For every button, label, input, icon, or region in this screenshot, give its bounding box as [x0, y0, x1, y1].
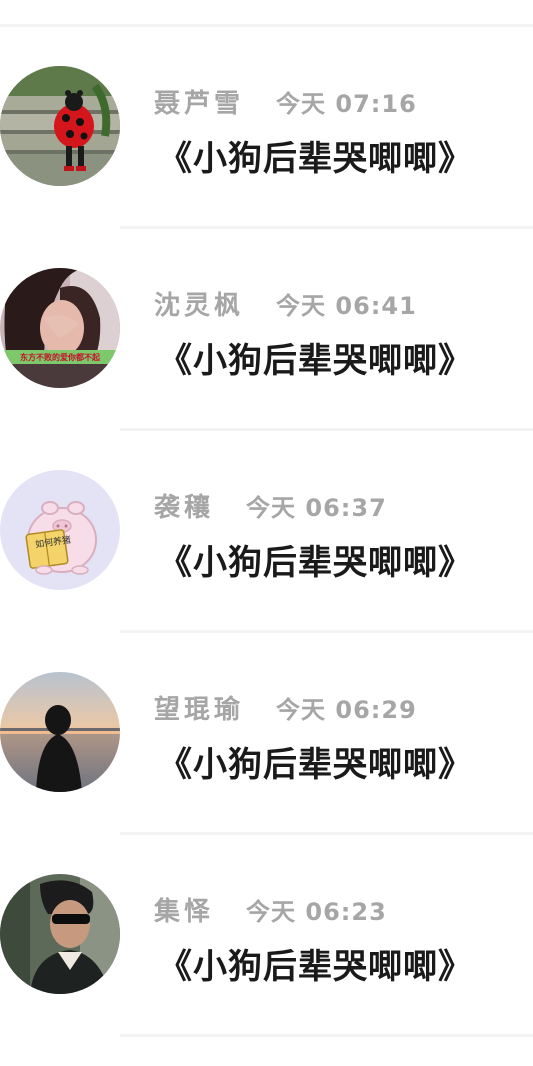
username[interactable]: 沈灵枫 — [154, 285, 244, 322]
avatar[interactable]: 东方不败的爱你都不起 — [0, 268, 120, 388]
comment-meta: 袭穰 今天 06:37 — [154, 485, 387, 525]
username[interactable]: 聂芦雪 — [154, 83, 244, 120]
girl-covering-face-avatar: 东方不败的爱你都不起 — [0, 268, 120, 388]
timestamp: 今天 06:29 — [276, 695, 417, 724]
man-sunglasses-avatar — [0, 874, 120, 994]
ladybug-costume-avatar — [0, 66, 120, 186]
comment-text: 《小狗后辈哭唧唧》 — [158, 947, 473, 987]
comment-text: 《小狗后辈哭唧唧》 — [158, 745, 473, 785]
comment-item[interactable]: 东方不败的爱你都不起 沈灵枫 今天 06:41 《小狗后辈哭唧唧》 — [0, 229, 533, 431]
avatar[interactable] — [0, 874, 120, 994]
sunset-silhouette-avatar — [0, 672, 120, 792]
comment-feed[interactable]: 聂芦雪 今天 07:16 《小狗后辈哭唧唧》 东方不败的爱你都不起 沈灵枫 今天… — [0, 27, 533, 1037]
timestamp: 今天 07:16 — [276, 89, 417, 118]
comment-item[interactable]: 如何养猪 袭穰 今天 06:37 《小狗后辈哭唧唧》 — [0, 431, 533, 633]
avatar[interactable] — [0, 66, 120, 186]
comment-list-screen: 聂芦雪 今天 07:16 《小狗后辈哭唧唧》 东方不败的爱你都不起 沈灵枫 今天… — [0, 0, 533, 1066]
comment-text: 《小狗后辈哭唧唧》 — [158, 341, 473, 381]
comment-meta: 聂芦雪 今天 07:16 — [154, 81, 417, 121]
comment-item[interactable]: 聂芦雪 今天 07:16 《小狗后辈哭唧唧》 — [0, 27, 533, 229]
comment-text: 《小狗后辈哭唧唧》 — [158, 543, 473, 583]
avatar[interactable]: 如何养猪 — [0, 470, 120, 590]
comment-item[interactable]: 望琨瑜 今天 06:29 《小狗后辈哭唧唧》 — [0, 633, 533, 835]
timestamp: 今天 06:37 — [246, 493, 387, 522]
timestamp: 今天 06:23 — [246, 897, 387, 926]
comment-text: 《小狗后辈哭唧唧》 — [158, 139, 473, 179]
comment-meta: 望琨瑜 今天 06:29 — [154, 687, 417, 727]
comment-item[interactable]: 集怿 今天 06:23 《小狗后辈哭唧唧》 — [0, 835, 533, 1037]
cartoon-pig-reading-avatar: 如何养猪 — [0, 470, 120, 590]
comment-meta: 沈灵枫 今天 06:41 — [154, 283, 417, 323]
avatar-caption: 东方不败的爱你都不起 — [20, 352, 101, 362]
username[interactable]: 望琨瑜 — [154, 689, 244, 726]
divider — [120, 1034, 533, 1037]
username[interactable]: 集怿 — [154, 891, 214, 928]
timestamp: 今天 06:41 — [276, 291, 417, 320]
comment-meta: 集怿 今天 06:23 — [154, 889, 387, 929]
username[interactable]: 袭穰 — [154, 487, 214, 524]
avatar[interactable] — [0, 672, 120, 792]
